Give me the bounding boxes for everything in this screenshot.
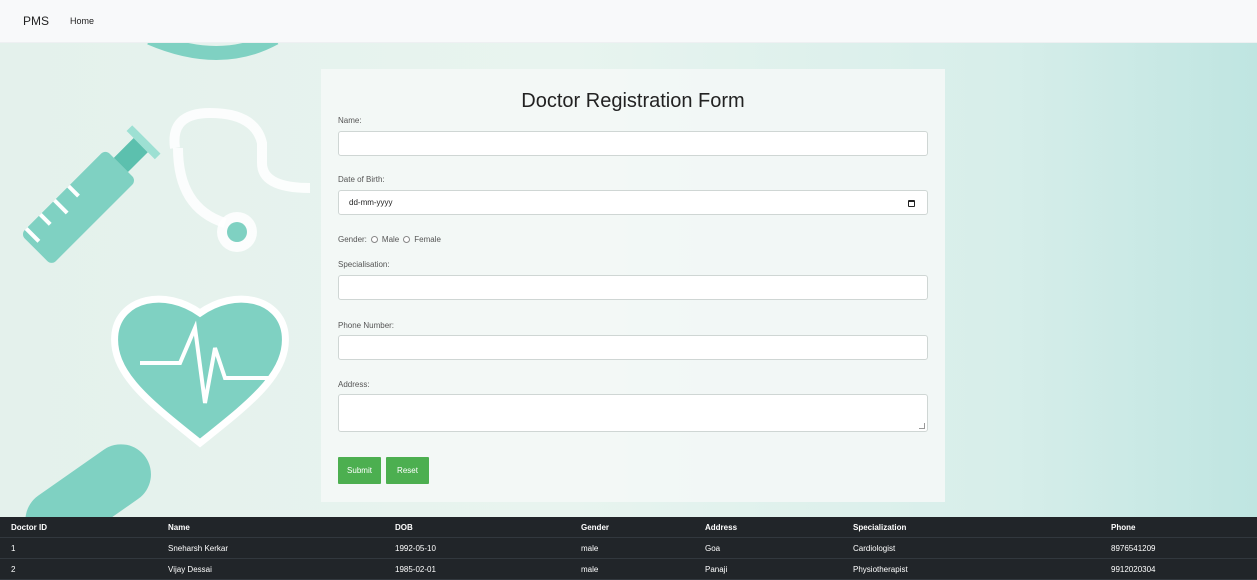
stethoscope-tube-icon <box>169 107 311 193</box>
navbar: PMS Home <box>0 0 1257 43</box>
hero-background: Doctor Registration Form Name: Date of B… <box>0 43 1257 517</box>
specialisation-label: Specialisation: <box>338 260 390 269</box>
pill-icon <box>25 444 151 517</box>
col-header-gender: Gender <box>570 517 694 538</box>
gender-male-radio[interactable] <box>370 236 378 243</box>
col-header-specialization: Specialization <box>842 517 1100 538</box>
col-header-address: Address <box>694 517 842 538</box>
name-label: Name: <box>338 116 362 125</box>
col-header-phone: Phone <box>1100 517 1257 538</box>
doctor-registration-form: Doctor Registration Form Name: Date of B… <box>321 69 945 502</box>
table-cell: 1985-02-01 <box>384 558 570 580</box>
table-cell: Sneharsh Kerkar <box>157 537 384 559</box>
col-header-name: Name <box>157 517 384 538</box>
gender-male-label[interactable]: Male <box>382 235 399 244</box>
dob-placeholder: dd-mm-yyyy <box>349 198 393 207</box>
table-row: 1 Sneharsh Kerkar 1992-05-10 male Goa Ca… <box>0 537 1257 559</box>
col-header-doctor-id: Doctor ID <box>0 517 157 538</box>
calendar-icon[interactable] <box>908 200 915 207</box>
phone-label: Phone Number: <box>338 321 395 330</box>
specialisation-input[interactable] <box>338 275 928 300</box>
name-input[interactable] <box>338 131 928 156</box>
gender-group: Gender: Male Female <box>338 235 441 244</box>
table-cell: 1 <box>0 537 157 559</box>
stethoscope-top-icon <box>147 43 279 60</box>
brand-logo[interactable]: PMS <box>23 14 49 28</box>
table-header-row: Doctor ID Name DOB Gender Address Specia… <box>0 517 1257 538</box>
table-row: 2 Vijay Dessai 1985-02-01 male Panaji Ph… <box>0 558 1257 580</box>
resize-handle-icon[interactable] <box>919 423 925 429</box>
reset-button[interactable]: Reset <box>386 457 429 484</box>
table-cell: Physiotherapist <box>842 558 1100 580</box>
table-cell: Panaji <box>694 558 842 580</box>
phone-input[interactable] <box>338 335 928 360</box>
table-cell: Vijay Dessai <box>157 558 384 580</box>
dob-label: Date of Birth: <box>338 175 385 184</box>
table-cell: 9912020304 <box>1100 558 1257 580</box>
form-title: Doctor Registration Form <box>521 90 745 112</box>
table-cell: Goa <box>694 537 842 559</box>
table-cell: 8976541209 <box>1100 537 1257 559</box>
table-cell: male <box>570 558 694 580</box>
gender-female-radio[interactable] <box>403 236 411 243</box>
gender-label: Gender: <box>338 235 367 244</box>
col-header-dob: DOB <box>384 517 570 538</box>
address-label: Address: <box>338 380 370 389</box>
table-cell: male <box>570 537 694 559</box>
address-textarea[interactable] <box>338 394 928 432</box>
syringe-icon <box>22 125 161 263</box>
nav-link-home[interactable]: Home <box>70 16 94 26</box>
dob-input[interactable]: dd-mm-yyyy <box>338 190 928 215</box>
doctor-table: Doctor ID Name DOB Gender Address Specia… <box>0 517 1257 580</box>
table-cell: 2 <box>0 558 157 580</box>
gender-female-label[interactable]: Female <box>414 235 441 244</box>
table-cell: 1992-05-10 <box>384 537 570 559</box>
table-cell: Cardiologist <box>842 537 1100 559</box>
submit-button[interactable]: Submit <box>338 457 381 484</box>
